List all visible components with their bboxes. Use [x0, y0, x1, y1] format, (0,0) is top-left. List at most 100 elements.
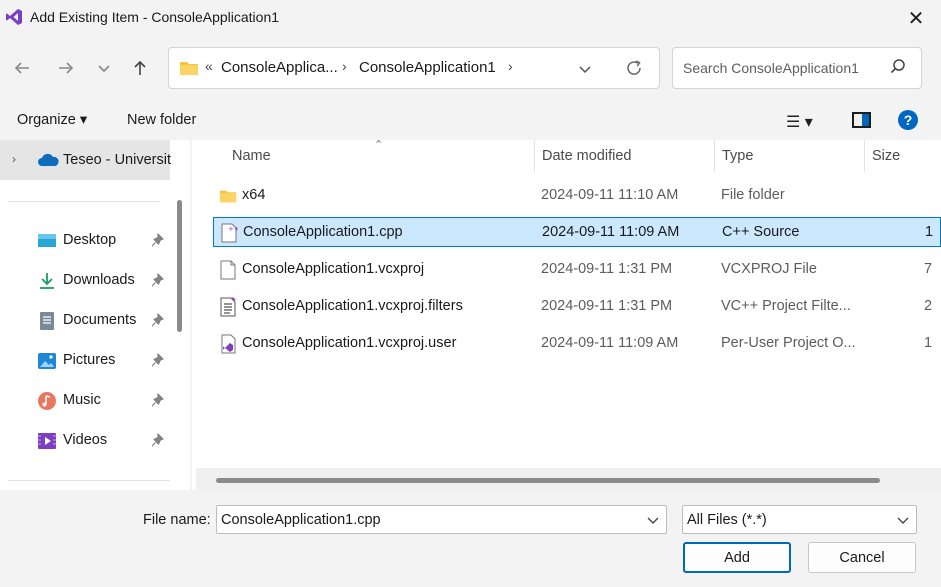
vs-user-file-icon [221, 334, 236, 354]
search-icon[interactable] [889, 58, 907, 76]
file-date: 2024-09-11 1:31 PM [541, 298, 673, 314]
file-row[interactable]: ConsoleApplication1.vcxproj.user 2024-09… [213, 329, 941, 359]
pin-icon[interactable] [151, 313, 165, 327]
file-date: 2024-09-11 11:10 AM [541, 187, 679, 203]
file-name-field[interactable]: ConsoleApplication1.cpp [216, 505, 667, 534]
chevron-right-icon[interactable]: › [12, 152, 16, 166]
sidebar-item-music[interactable]: Music [0, 382, 170, 418]
file-name: ConsoleApplication1.vcxproj.filters [242, 298, 463, 314]
file-row[interactable]: ConsoleApplication1.vcxproj.filters 2024… [213, 292, 941, 322]
file-name: ConsoleApplication1.vcxproj.user [242, 335, 457, 351]
back-button[interactable] [8, 54, 36, 82]
horizontal-scrollbar[interactable] [216, 478, 880, 483]
chevron-down-icon[interactable] [577, 61, 593, 77]
file-name: x64 [242, 187, 266, 203]
file-row[interactable]: ++ ConsoleApplication1.cpp 2024-09-11 11… [213, 217, 941, 247]
cpp-file-icon: ++ [221, 223, 238, 243]
divider [8, 201, 160, 202]
cloud-icon [38, 153, 59, 166]
refresh-icon[interactable] [624, 58, 644, 78]
new-folder-button[interactable]: New folder [127, 112, 196, 128]
cancel-button[interactable]: Cancel [808, 542, 916, 573]
videos-icon [38, 433, 56, 449]
column-header-date[interactable]: Date modified [542, 148, 631, 164]
help-icon[interactable]: ? [898, 110, 918, 130]
breadcrumb-separator[interactable]: › [342, 58, 347, 74]
file-type: Per-User Project O... [721, 335, 856, 351]
pin-icon[interactable] [151, 233, 165, 247]
sidebar-item-pictures[interactable]: Pictures [0, 342, 170, 378]
file-list: ⌃ Name Date modified Type Size x64 2024-… [192, 139, 941, 490]
file-size: 7 [924, 261, 933, 277]
sidebar-item-label: Documents [63, 312, 137, 328]
sidebar-item-onedrive[interactable]: › Teseo - Universit [0, 140, 171, 180]
column-header-size[interactable]: Size [872, 148, 900, 164]
recent-locations-button[interactable] [90, 54, 118, 82]
organize-menu[interactable]: Organize ▾ [17, 112, 87, 128]
navigation-pane: › Teseo - Universit Desktop Downloads Do… [0, 140, 190, 490]
column-header-name[interactable]: Name [232, 148, 271, 164]
close-button[interactable]: ✕ [897, 5, 935, 31]
pin-icon[interactable] [151, 393, 165, 407]
file-type-filter-value: All Files (*.*) [687, 512, 767, 528]
sidebar-scrollbar[interactable] [177, 200, 182, 332]
sidebar-item-downloads[interactable]: Downloads [0, 262, 170, 298]
pin-icon[interactable] [151, 273, 165, 287]
address-bar[interactable]: « ConsoleApplica... › ConsoleApplication… [168, 47, 660, 89]
title-bar: Add Existing Item - ConsoleApplication1 … [0, 0, 941, 36]
add-button[interactable]: Add [683, 542, 791, 573]
documents-icon [40, 312, 54, 330]
column-separator[interactable] [534, 140, 535, 172]
folder-icon [180, 62, 198, 75]
arrow-right-icon [59, 62, 74, 74]
forward-button[interactable] [52, 54, 80, 82]
file-row[interactable]: x64 2024-09-11 11:10 AM File folder [213, 181, 941, 211]
column-header-type[interactable]: Type [722, 148, 753, 164]
sort-ascending-icon: ⌃ [374, 139, 384, 151]
file-type: VC++ Project Filte... [721, 298, 851, 314]
visual-studio-icon [6, 9, 22, 25]
chevron-down-icon[interactable] [646, 513, 660, 527]
search-box[interactable]: Search ConsoleApplication1 [672, 47, 922, 89]
sidebar-item-label: Music [63, 392, 101, 408]
file-type: VCXPROJ File [721, 261, 817, 277]
breadcrumb-separator[interactable]: › [508, 58, 513, 74]
view-menu-button[interactable]: ☰ ▾ [786, 112, 813, 132]
search-input[interactable]: Search ConsoleApplication1 [683, 60, 859, 76]
file-date: 2024-09-11 11:09 AM [542, 224, 680, 240]
column-separator[interactable] [714, 140, 715, 172]
file-name: ConsoleApplication1.cpp [243, 224, 403, 240]
command-bar: Organize ▾ New folder ☰ ▾ ? [0, 100, 941, 140]
close-icon: ✕ [907, 7, 925, 30]
overflow-chevron[interactable]: « [205, 58, 213, 74]
divider [8, 480, 170, 481]
sidebar-item-label: Desktop [63, 232, 117, 248]
sidebar-item-label: Teseo - Universit [63, 152, 171, 168]
file-name-value[interactable]: ConsoleApplication1.cpp [221, 512, 381, 528]
preview-pane-icon[interactable] [852, 112, 871, 128]
pin-icon[interactable] [151, 353, 165, 367]
file-size: 1 [925, 224, 934, 240]
sidebar-item-desktop[interactable]: Desktop [0, 222, 170, 258]
blank-file-icon [220, 260, 236, 280]
file-name-label: File name: [143, 512, 211, 528]
breadcrumb-consoleapplication1[interactable]: ConsoleApplication1 [359, 59, 496, 76]
file-type-filter[interactable]: All Files (*.*) [682, 505, 917, 534]
sidebar-item-label: Videos [63, 432, 108, 448]
up-button[interactable] [126, 54, 154, 82]
column-separator[interactable] [864, 140, 865, 172]
breadcrumb-consoleapplica[interactable]: ConsoleApplica... [221, 59, 338, 76]
window-title: Add Existing Item - ConsoleApplication1 [30, 9, 280, 25]
arrow-left-icon [14, 62, 29, 74]
dialog-footer: File name: ConsoleApplication1.cpp All F… [0, 490, 941, 587]
sidebar-item-videos[interactable]: Videos [0, 422, 170, 458]
arrow-up-icon [134, 60, 146, 75]
desktop-icon [38, 234, 56, 247]
sidebar-item-documents[interactable]: Documents [0, 302, 170, 338]
chevron-down-icon[interactable] [896, 513, 910, 527]
sidebar-item-label: Downloads [63, 272, 135, 288]
file-row[interactable]: ConsoleApplication1.vcxproj 2024-09-11 1… [213, 255, 941, 285]
downloads-icon [40, 273, 54, 289]
navigation-bar: « ConsoleApplica... › ConsoleApplication… [0, 36, 941, 100]
pin-icon[interactable] [151, 433, 165, 447]
